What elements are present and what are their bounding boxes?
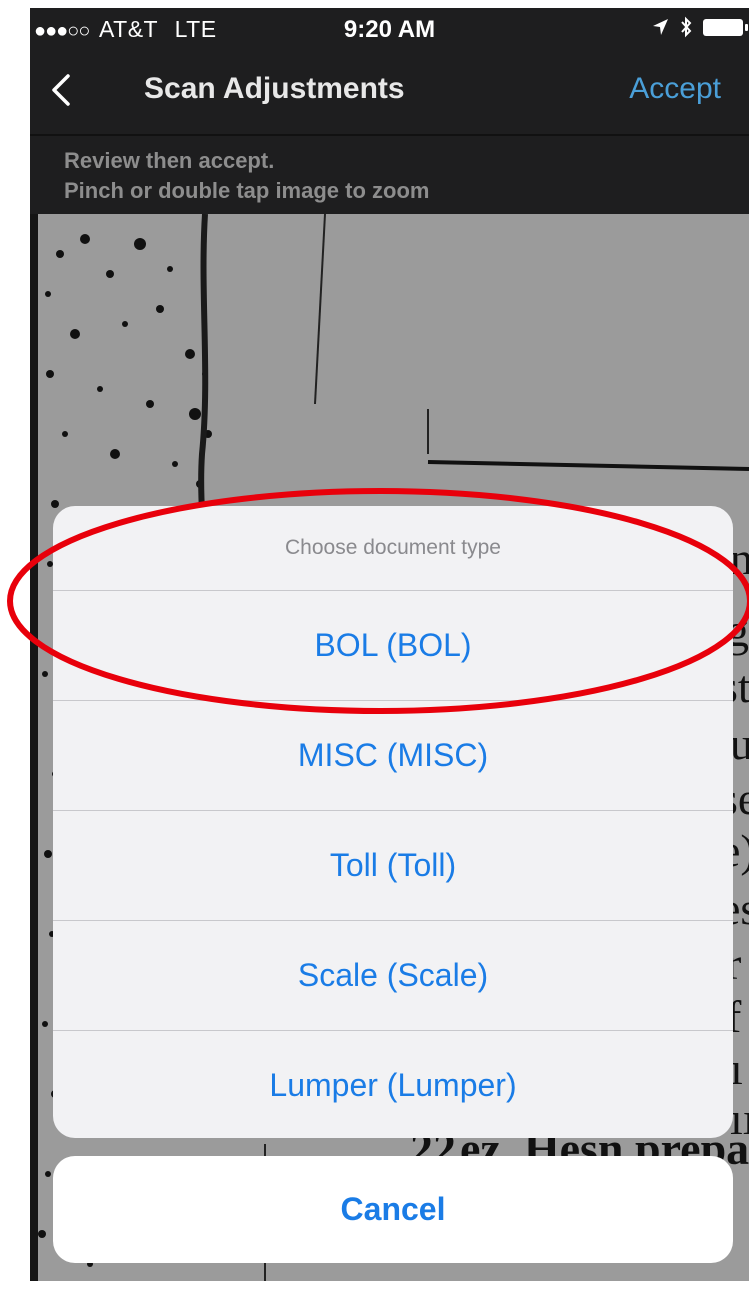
back-chevron-icon[interactable] [44, 70, 78, 110]
status-bar: ●●●○○ AT&T LTE 9:20 AM [30, 8, 749, 48]
battery-icon [703, 18, 748, 36]
location-arrow-icon [653, 19, 668, 35]
cancel-button[interactable]: Cancel [53, 1156, 733, 1263]
option-bol[interactable]: BOL (BOL) [53, 591, 733, 701]
page-title: Scan Adjustments [144, 72, 405, 105]
instruction-text: Review then accept. Pinch or double tap … [64, 146, 429, 206]
status-icons [651, 16, 748, 38]
navigation-bar: Scan Adjustments Accept [30, 48, 749, 134]
option-lumper[interactable]: Lumper (Lumper) [53, 1031, 733, 1138]
accept-button[interactable]: Accept [629, 72, 721, 106]
instruction-line-1: Review then accept. [64, 148, 275, 173]
nav-divider [30, 134, 749, 136]
option-scale[interactable]: Scale (Scale) [53, 921, 733, 1031]
bluetooth-icon [681, 16, 692, 38]
status-time: 9:20 AM [343, 16, 436, 43]
document-type-action-sheet: Choose document type BOL (BOL) MISC (MIS… [53, 506, 733, 1138]
action-sheet-title: Choose document type [53, 506, 733, 591]
option-misc[interactable]: MISC (MISC) [53, 701, 733, 811]
instruction-line-2: Pinch or double tap image to zoom [64, 178, 430, 203]
option-toll[interactable]: Toll (Toll) [53, 811, 733, 921]
